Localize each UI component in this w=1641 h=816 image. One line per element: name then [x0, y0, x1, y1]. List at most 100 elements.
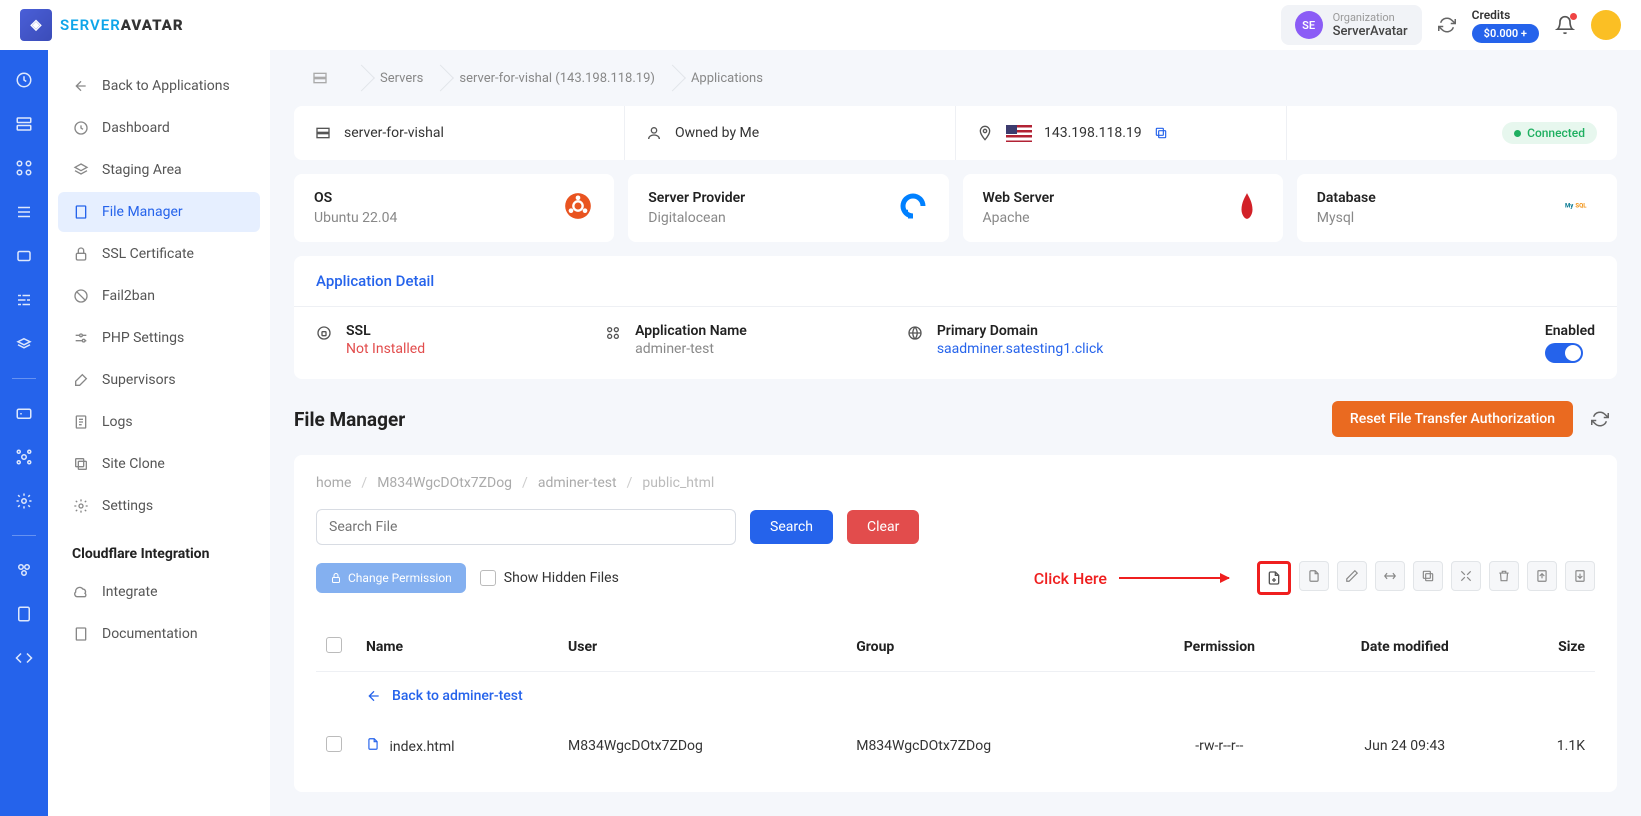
row-checkbox[interactable]: [326, 736, 342, 752]
nav-staging[interactable]: Staging Area: [58, 150, 260, 190]
top-header: ◈ SERVERAVATAR SE Organization ServerAva…: [0, 0, 1641, 50]
credits-badge[interactable]: $0.000 +: [1472, 24, 1539, 43]
change-permission-button[interactable]: Change Permission: [316, 563, 466, 593]
rail-settings-icon[interactable]: [14, 491, 34, 511]
file-group: M834WgcDOtx7ZDog: [846, 720, 1134, 772]
breadcrumb-applications[interactable]: Applications: [673, 65, 781, 92]
detail-domain: Primary Domainsaadminer.satesting1.click: [907, 323, 1104, 357]
nav-supervisors[interactable]: Supervisors: [58, 360, 260, 400]
nav-site-clone[interactable]: Site Clone: [58, 444, 260, 484]
breadcrumb-home[interactable]: [294, 64, 362, 92]
nav-label: Logs: [102, 414, 133, 430]
fm-path-breadcrumb: home/ M834WgcDOtx7ZDog/ adminer-test/ pu…: [316, 475, 1595, 491]
rail-code-icon[interactable]: [14, 648, 34, 668]
document-icon: [72, 413, 90, 431]
search-button[interactable]: Search: [750, 510, 833, 544]
stats-cards: OSUbuntu 22.04 Server ProviderDigitaloce…: [294, 174, 1617, 242]
nav-file-manager[interactable]: File Manager: [58, 192, 260, 232]
file-permission: -rw-r--r--: [1134, 720, 1304, 772]
rail-team-icon[interactable]: [14, 560, 34, 580]
nav-dashboard[interactable]: Dashboard: [58, 108, 260, 148]
file-name: index.html: [389, 739, 454, 755]
rail-support-icon[interactable]: [14, 334, 34, 354]
download-button[interactable]: [1565, 561, 1595, 591]
copy-ip-icon[interactable]: [1154, 126, 1168, 140]
app-value: adminer-test: [635, 341, 747, 357]
search-input[interactable]: [316, 509, 736, 545]
rail-network-icon[interactable]: [14, 290, 34, 310]
compress-button[interactable]: [1451, 561, 1481, 591]
rail-billing-icon[interactable]: [14, 403, 34, 423]
file-icon: [366, 739, 380, 755]
nav-documentation[interactable]: Documentation: [58, 614, 260, 654]
card-title: OS: [314, 190, 397, 206]
apache-icon: [1231, 190, 1263, 222]
app-icon: [605, 325, 623, 341]
card-value: Apache: [983, 210, 1055, 226]
file-user: M834WgcDOtx7ZDog: [558, 720, 846, 772]
card-title: Server Provider: [648, 190, 745, 206]
refresh-icon[interactable]: [1438, 16, 1456, 34]
back-row[interactable]: Back to adminer-test: [316, 672, 1595, 721]
edit-button[interactable]: [1337, 561, 1367, 591]
nav-label: Integrate: [102, 584, 158, 600]
breadcrumb: Servers server-for-vishal (143.198.118.1…: [294, 50, 1617, 106]
rail-integrations-icon[interactable]: [14, 447, 34, 467]
ban-icon: [72, 287, 90, 305]
organization-switcher[interactable]: SE Organization ServerAvatar: [1281, 5, 1422, 45]
nav-logs[interactable]: Logs: [58, 402, 260, 442]
breadcrumb-servers[interactable]: Servers: [362, 65, 441, 92]
nav-label: Site Clone: [102, 456, 165, 472]
layers-icon: [72, 161, 90, 179]
reset-transfer-button[interactable]: Reset File Transfer Authorization: [1332, 401, 1573, 437]
user-icon: [645, 124, 663, 142]
show-hidden-checkbox[interactable]: Show Hidden Files: [480, 570, 619, 586]
svg-text:My: My: [1565, 203, 1574, 210]
arrow-left-icon: [366, 688, 382, 704]
new-folder-button[interactable]: [1299, 561, 1329, 591]
path-part[interactable]: M834WgcDOtx7ZDog: [377, 475, 512, 491]
credits: Credits $0.000 +: [1472, 8, 1539, 43]
grid-icon: [312, 70, 332, 86]
change-perm-label: Change Permission: [348, 571, 452, 585]
show-hidden-label: Show Hidden Files: [504, 570, 619, 586]
upload-button[interactable]: [1527, 561, 1557, 591]
user-avatar[interactable]: [1591, 10, 1621, 40]
clear-button[interactable]: Clear: [847, 510, 919, 544]
enabled-toggle[interactable]: [1545, 343, 1583, 363]
nav-php[interactable]: PHP Settings: [58, 318, 260, 358]
logo[interactable]: ◈ SERVERAVATAR: [20, 9, 184, 41]
delete-button[interactable]: [1489, 561, 1519, 591]
nav-label: Supervisors: [102, 372, 176, 388]
nav-settings[interactable]: Settings: [58, 486, 260, 526]
back-label: Back to adminer-test: [392, 688, 523, 704]
rail-docs-icon[interactable]: [14, 604, 34, 624]
breadcrumb-server-detail[interactable]: server-for-vishal (143.198.118.19): [441, 65, 673, 92]
nav-fail2ban[interactable]: Fail2ban: [58, 276, 260, 316]
rail-dashboard-icon[interactable]: [14, 70, 34, 90]
move-button[interactable]: [1375, 561, 1405, 591]
refresh-fm-icon[interactable]: [1583, 402, 1617, 436]
bell-icon[interactable]: [1555, 15, 1575, 35]
nav-ssl[interactable]: SSL Certificate: [58, 234, 260, 274]
server-name: server-for-vishal: [344, 125, 444, 141]
fm-action-row: Change Permission Show Hidden Files Clic…: [316, 561, 1595, 595]
path-part[interactable]: adminer-test: [538, 475, 617, 491]
nav-back[interactable]: Back to Applications: [58, 66, 260, 106]
rail-list-icon[interactable]: [14, 202, 34, 222]
arrow-icon: [1119, 577, 1229, 579]
select-all-checkbox[interactable]: [326, 637, 342, 653]
card-value: Ubuntu 22.04: [314, 210, 397, 226]
rail-apps-icon[interactable]: [14, 158, 34, 178]
rail-servers-icon[interactable]: [14, 114, 34, 134]
domain-value[interactable]: saadminer.satesting1.click: [937, 341, 1104, 357]
new-file-button[interactable]: [1257, 561, 1291, 595]
ip-cell: 143.198.118.19: [956, 106, 1287, 160]
path-part[interactable]: home: [316, 475, 351, 491]
nav-integrate[interactable]: Integrate: [58, 572, 260, 612]
nav-section-cloudflare: Cloudflare Integration: [58, 528, 260, 572]
rail-storage-icon[interactable]: [14, 246, 34, 266]
copy-button[interactable]: [1413, 561, 1443, 591]
table-row[interactable]: index.html M834WgcDOtx7ZDog M834WgcDOtx7…: [316, 720, 1595, 772]
nav-label: Staging Area: [102, 162, 182, 178]
